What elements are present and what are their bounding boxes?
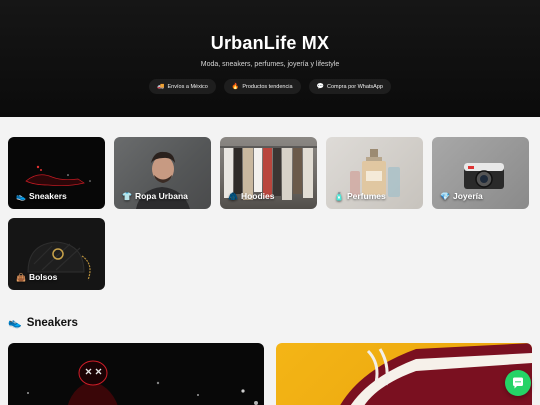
category-label: 👜 Bolsos	[16, 272, 58, 282]
truck-icon: 🚚	[157, 84, 165, 90]
category-card-ropa-urbana[interactable]: 👕 Ropa Urbana	[114, 137, 211, 209]
fire-icon: 🔥	[231, 84, 240, 90]
category-grid: 👟 Sneakers 👕 Ropa Urbana 🧥 Hoodies 🧴 Per…	[8, 137, 532, 290]
pill-shipping: 🚚 Envíos a México	[149, 79, 216, 94]
category-card-bolsos[interactable]: 👜 Bolsos	[8, 218, 105, 290]
feature-pills: 🚚 Envíos a México 🔥 Productos tendencia …	[0, 79, 540, 94]
pill-trending: 🔥 Productos tendencia	[223, 79, 301, 94]
pill-label: Compra por WhatsApp	[327, 83, 383, 90]
category-label: 💎 Joyería	[440, 191, 483, 201]
sneaker-icon: 👟	[16, 191, 26, 201]
pill-label: Productos tendencia	[242, 83, 293, 90]
category-label: 👕 Ropa Urbana	[122, 191, 188, 201]
chat-bubble-icon	[513, 377, 523, 389]
product-photo-1	[27, 360, 258, 405]
product-card-sneakers-1[interactable]	[8, 343, 264, 405]
pill-whatsapp: 💬 Compra por WhatsApp	[308, 79, 391, 94]
category-card-joyeria[interactable]: 💎 Joyería	[432, 137, 529, 209]
chat-bubble-icon: 💬	[316, 84, 324, 90]
category-label: 🧥 Hoodies	[228, 191, 275, 201]
category-card-sneakers[interactable]: 👟 Sneakers	[8, 137, 105, 209]
hoodie-icon: 🧥	[228, 191, 238, 201]
handbag-icon: 👜	[16, 272, 26, 282]
product-photo-2	[340, 343, 532, 405]
hero-banner: UrbanLife MX Moda, sneakers, perfumes, j…	[0, 0, 540, 117]
pill-label: Envíos a México	[167, 83, 208, 90]
section-title-sneakers: 👟 Sneakers	[8, 316, 78, 330]
category-label: 🧴 Perfumes	[334, 191, 386, 201]
gem-icon: 💎	[440, 191, 450, 201]
category-card-hoodies[interactable]: 🧥 Hoodies	[220, 137, 317, 209]
category-label: 👟 Sneakers	[16, 191, 67, 201]
category-card-perfumes[interactable]: 🧴 Perfumes	[326, 137, 423, 209]
site-tagline: Moda, sneakers, perfumes, joyería y life…	[200, 61, 340, 68]
sneaker-icon: 👟	[8, 317, 22, 329]
tshirt-icon: 👕	[122, 191, 132, 201]
site-title: UrbanLife MX	[210, 33, 330, 53]
product-card-sneakers-2[interactable]	[276, 343, 532, 405]
perfume-icon: 🧴	[334, 191, 344, 201]
whatsapp-chat-button[interactable]	[505, 370, 531, 396]
